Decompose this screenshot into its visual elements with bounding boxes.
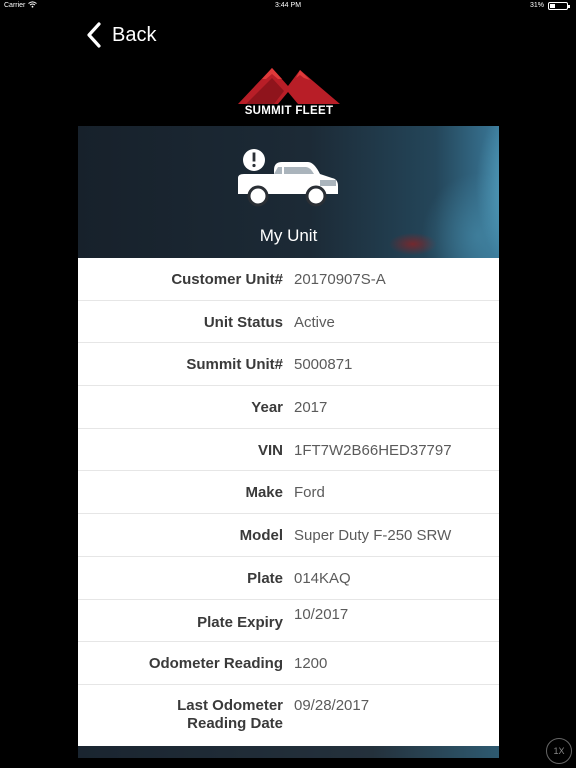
detail-value: Ford	[294, 484, 325, 502]
back-button[interactable]: Back	[84, 20, 156, 50]
chevron-left-icon	[87, 22, 101, 48]
status-bar: Carrier 3:44 PM 31%	[0, 0, 576, 12]
detail-row-vin: VIN 1FT7W2B66HED37797	[78, 429, 499, 472]
detail-label-line1: Last Odometer	[177, 696, 283, 714]
detail-label: Summit Unit#	[186, 356, 283, 374]
detail-value: 2017	[294, 399, 328, 417]
detail-label: Plate	[247, 569, 283, 587]
battery-fill	[550, 4, 555, 8]
detail-value: Super Duty F-250 SRW	[294, 527, 452, 545]
detail-row-plate-expiry: Plate Expiry 10/2017	[78, 600, 499, 643]
detail-value: 20170907S-A	[294, 271, 386, 288]
back-label: Back	[112, 23, 157, 46]
detail-row-customer-unit: Customer Unit# 20170907S-A	[78, 258, 499, 301]
battery-icon	[548, 2, 570, 10]
detail-label: Last Odometer Reading Date	[177, 697, 283, 733]
detail-value: 10/2017	[294, 605, 349, 623]
detail-label: VIN	[257, 441, 283, 459]
detail-value: 014KAQ	[294, 569, 351, 587]
detail-value: 1200	[294, 655, 328, 673]
detail-value: 5000871	[294, 356, 353, 374]
mountain-logo-icon	[238, 68, 340, 104]
summit-fleet-logo: SUMMIT FLEET	[232, 64, 346, 120]
detail-label: Year	[251, 399, 283, 417]
brand-name: SUMMIT FLEET	[244, 105, 334, 117]
detail-row-plate: Plate 014KAQ	[78, 557, 499, 600]
unit-details-card: My Unit Customer Unit# 20170907S-A Unit …	[78, 126, 499, 758]
detail-label: Plate Expiry	[197, 613, 283, 631]
detail-label-line2: Reading Date	[187, 714, 283, 732]
detail-value: 09/28/2017	[294, 696, 370, 714]
card-footer-strip	[78, 746, 499, 758]
detail-row-unit-status: Unit Status Active	[78, 301, 499, 344]
detail-row-odometer: Odometer Reading 1200	[78, 642, 499, 685]
detail-row-make: Make Ford	[78, 471, 499, 515]
zoom-button[interactable]: 1X	[546, 738, 572, 764]
battery-percentage: 31%	[529, 2, 544, 9]
details-list: Customer Unit# 20170907S-A Unit Status A…	[78, 258, 499, 741]
detail-value: Active	[294, 313, 335, 331]
detail-label: Model	[239, 527, 283, 545]
truck-alert-icon	[238, 149, 338, 207]
hero-title: My Unit	[259, 226, 318, 245]
unit-hero-banner: My Unit	[78, 126, 499, 258]
detail-row-summit-unit: Summit Unit# 5000871	[78, 343, 499, 387]
detail-value: 1FT7W2B66HED37797	[294, 441, 452, 459]
detail-row-last-odometer-date: Last Odometer Reading Date 09/28/2017	[78, 685, 499, 741]
detail-label: Odometer Reading	[148, 655, 283, 673]
detail-row-model: Model Super Duty F-250 SRW	[78, 514, 499, 557]
detail-label: Make	[245, 484, 283, 502]
detail-label: Unit Status	[203, 313, 283, 331]
clock: 3:44 PM	[274, 2, 302, 9]
detail-row-year: Year 2017	[78, 386, 499, 429]
detail-label: Customer Unit#	[171, 271, 283, 288]
